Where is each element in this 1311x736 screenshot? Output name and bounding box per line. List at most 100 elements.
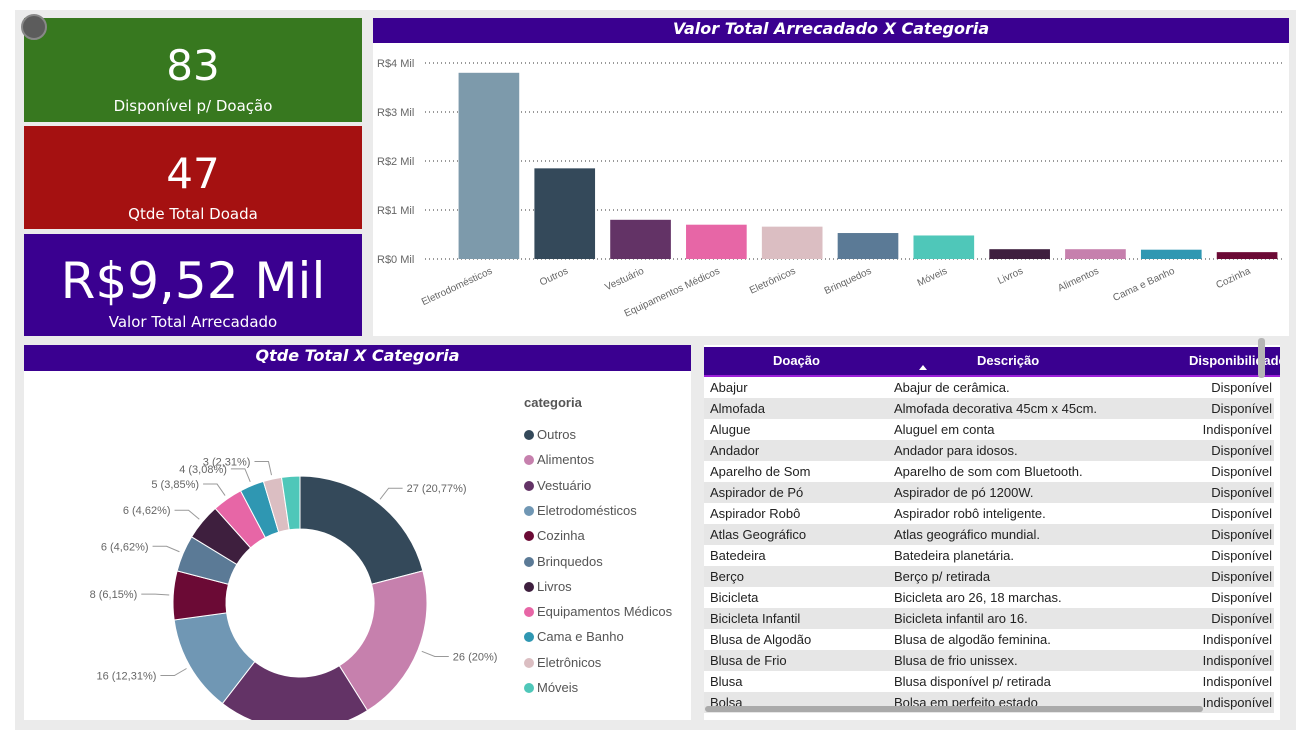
dashboard-canvas: 83 Disponível p/ Doação 47 Qtde Total Do…	[15, 10, 1296, 730]
kpi-card-available[interactable]: 83 Disponível p/ Doação	[24, 18, 362, 122]
cell-descricao: Aspirador de pó 1200W.	[894, 485, 1034, 500]
legend-label: Vestuário	[537, 477, 592, 493]
avatar[interactable]	[21, 14, 47, 40]
table-row[interactable]: Andador Andador para idosos. Disponível	[704, 440, 1274, 461]
cell-doacao: Aspirador Robô	[710, 506, 801, 521]
cell-disponibilidade: Disponível	[1211, 443, 1272, 458]
table-row[interactable]: Bicicleta Infantil Bicicleta infantil aro…	[704, 608, 1274, 629]
legend-label: Móveis	[537, 680, 579, 695]
x-tick-label: Alimentos	[1056, 266, 1100, 295]
legend-label: Livros	[537, 578, 572, 594]
slice-leader-line	[379, 487, 403, 500]
y-tick-label: R$0 Mil	[377, 254, 414, 266]
table-row[interactable]: Batedeira Batedeira planetária. Disponível	[704, 545, 1274, 566]
legend-item[interactable]: Brinquedos	[524, 554, 603, 569]
table-row[interactable]: Alugue Aluguel em conta Indisponível	[704, 419, 1274, 440]
legend-item[interactable]: Cama e Banho	[524, 629, 624, 644]
kpi-available-label: Disponível p/ Doação	[113, 97, 273, 115]
slice-leader-line	[160, 668, 187, 676]
table-row[interactable]: Bicicleta Bicicleta aro 26, 18 marchas. Di…	[704, 587, 1274, 608]
column-header-descricao[interactable]: Descrição	[977, 353, 1039, 368]
cell-disponibilidade: Indisponível	[1202, 653, 1272, 668]
cell-descricao: Blusa de frio unissex.	[894, 653, 1018, 668]
bar-chart: R$0 Mil R$1 Mil R$2 Mil R$3 Mil R$4 Mil Eletr…	[377, 58, 1285, 320]
column-header-doacao[interactable]: Doação	[773, 353, 820, 368]
table-row[interactable]: Blusa de Algodão Blusa de algodão feminin…	[704, 629, 1274, 650]
kpi-card-total-value[interactable]: R$9,52 Mil Valor Total Arrecadado	[24, 234, 362, 336]
table-row[interactable]: Blusa Blusa disponível p/ retirada Indispo…	[704, 671, 1274, 692]
slice-data-label: 6 (4,62%)	[123, 505, 171, 517]
cell-disponibilidade: Disponível	[1211, 464, 1272, 479]
bar-equipamentos-médicos	[686, 224, 747, 259]
cell-disponibilidade: Disponível	[1211, 485, 1272, 500]
cell-disponibilidade: Disponível	[1211, 548, 1272, 563]
x-tick-label: Brinquedos	[823, 266, 874, 297]
legend-label: Brinquedos	[537, 553, 603, 569]
legend-item[interactable]: Livros	[524, 579, 572, 594]
legend-item[interactable]: Vestuário	[524, 478, 591, 493]
legend-dot-icon	[524, 556, 534, 567]
legend-dot-icon	[524, 455, 534, 466]
kpi-total-label: Valor Total Arrecadado	[108, 313, 278, 331]
slice-leader-line	[152, 545, 180, 553]
x-tick-label: Cozinha	[1214, 266, 1252, 292]
bar-vestuário	[610, 219, 671, 259]
table-header: Doação Descrição Disponibilidade	[704, 347, 1280, 377]
cell-doacao: Abajur	[710, 380, 748, 395]
table-row[interactable]: Berço Berço p/ retirada Disponível	[704, 566, 1274, 587]
slice-data-label: 8 (6,15%)	[90, 589, 138, 601]
legend-item[interactable]: Móveis	[524, 680, 578, 695]
cell-disponibilidade: Disponível	[1211, 527, 1272, 542]
y-tick-label: R$2 Mil	[377, 156, 414, 168]
kpi-donated-label: Qtde Total Doada	[128, 205, 258, 223]
legend-item[interactable]: Outros	[524, 427, 576, 442]
slice-leader-line	[230, 468, 251, 483]
pie-chart-title: Qtde Total X Categoria	[24, 345, 691, 371]
bar-brinquedos	[837, 233, 899, 259]
bar-eletrônicos	[761, 226, 823, 259]
bar-cama-e-banho	[1140, 249, 1202, 259]
legend-item[interactable]: Eletrodomésticos	[524, 503, 637, 518]
column-header-disponibilidade[interactable]: Disponibilidade	[1189, 353, 1280, 368]
cell-doacao: Andador	[710, 443, 760, 458]
x-tick-label: Outros	[538, 266, 570, 289]
legend-dot-icon	[524, 480, 534, 491]
sort-ascending-icon[interactable]	[919, 365, 927, 370]
table-row[interactable]: Blusa de Frio Blusa de frio unissex. Indis…	[704, 650, 1274, 671]
cell-descricao: Blusa de algodão feminina.	[894, 632, 1051, 647]
cell-doacao: Aparelho de Som	[710, 464, 811, 479]
donations-table[interactable]: Doação Descrição Disponibilidade Abajur A…	[704, 345, 1280, 720]
y-tick-label: R$1 Mil	[377, 205, 414, 217]
cell-doacao: Blusa de Algodão	[710, 632, 812, 647]
cell-descricao: Abajur de cerâmica.	[894, 380, 1010, 395]
cell-doacao: Bicicleta	[710, 590, 759, 605]
table-row[interactable]: Almofada Almofada decorativa 45cm x 45cm.…	[704, 398, 1274, 419]
legend-item[interactable]: Alimentos	[524, 452, 594, 467]
kpi-available-value: 83	[166, 41, 220, 90]
pie-chart-panel[interactable]: Qtde Total X Categoria 27 (20,77%) 26 (20…	[24, 345, 691, 720]
cell-descricao: Batedeira planetária.	[894, 548, 1014, 563]
table-horizontal-scrollbar[interactable]	[705, 706, 1203, 712]
table-row[interactable]: Atlas Geográfico Atlas geográfico mundial…	[704, 524, 1274, 545]
legend-item[interactable]: Cozinha	[524, 528, 585, 543]
table-row[interactable]: Abajur Abajur de cerâmica. Disponível	[704, 377, 1274, 398]
legend-label: Eletrodomésticos	[537, 502, 637, 518]
legend-title: categoria	[524, 395, 582, 410]
table-vertical-scrollbar[interactable]	[1258, 338, 1265, 378]
cell-descricao: Atlas geográfico mundial.	[894, 527, 1040, 542]
kpi-card-donated[interactable]: 47 Qtde Total Doada	[24, 126, 362, 229]
cell-disponibilidade: Indisponível	[1202, 695, 1272, 710]
slice-leader-line	[174, 509, 200, 520]
bar-chart-panel[interactable]: Valor Total Arrecadado X Categoria R$0 M…	[373, 18, 1289, 336]
cell-doacao: Blusa	[710, 674, 743, 689]
x-tick-label: Eletrônicos	[748, 266, 797, 297]
table-row[interactable]: Aparelho de Som Aparelho de som com Bluet…	[704, 461, 1274, 482]
table-row[interactable]: Aspirador Robô Aspirador robô inteligente…	[704, 503, 1274, 524]
slice-leader-line	[421, 650, 449, 657]
cell-disponibilidade: Indisponível	[1202, 674, 1272, 689]
table-row[interactable]: Aspirador de Pó Aspirador de pó 1200W. Dis…	[704, 482, 1274, 503]
legend-item[interactable]: Eletrônicos	[524, 655, 601, 670]
legend-item[interactable]: Equipamentos Médicos	[524, 604, 672, 619]
cell-doacao: Alugue	[710, 422, 751, 437]
bar-móveis	[913, 235, 975, 259]
